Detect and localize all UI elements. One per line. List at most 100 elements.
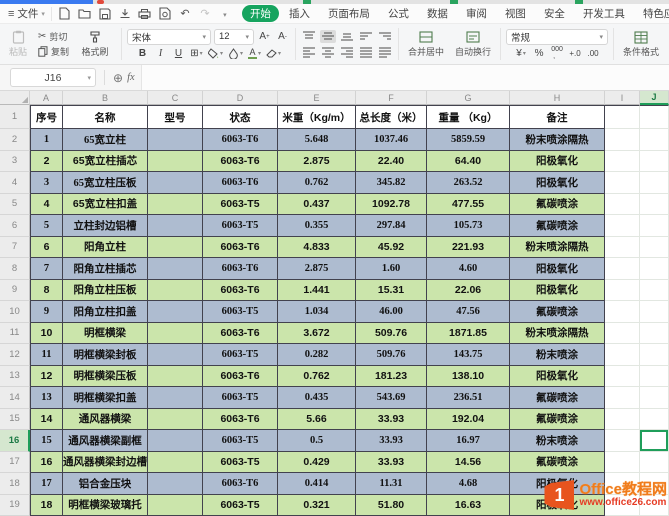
cell-F19[interactable]: 51.80 [356,494,427,516]
row-header-8[interactable]: 8 [0,258,30,280]
header-cell-D1[interactable]: 状态 [203,105,278,129]
cell-F17[interactable]: 33.93 [356,451,427,473]
row-header-12[interactable]: 12 [0,344,30,366]
font-name-select[interactable]: 宋体 ▾ [127,28,212,45]
cell-B15[interactable]: 通风器横梁 [63,408,148,430]
cell-D13[interactable]: 6063-T6 [203,365,278,387]
cell-A14[interactable]: 13 [30,387,63,409]
column-header-B[interactable]: B [63,91,148,105]
cell-C16[interactable] [148,430,203,452]
cell-B18[interactable]: 铝合金压块 [63,473,148,495]
cell-H7[interactable]: 粉末喷涂隔热 [510,236,605,258]
cell-F15[interactable]: 33.93 [356,408,427,430]
cell-J6[interactable] [640,215,669,237]
cell-H4[interactable]: 阳极氧化 [510,172,605,194]
cell-B2[interactable]: 65宽立柱 [63,129,148,151]
cell-D2[interactable]: 6063-T6 [203,129,278,151]
cell-H16[interactable]: 粉末喷涂 [510,430,605,452]
tab-数据[interactable]: 数据 [419,5,456,22]
increase-font-button[interactable]: A + [257,30,272,43]
cell-J8[interactable] [640,258,669,280]
cell-F8[interactable]: 1.60 [356,258,427,280]
cell-A17[interactable]: 16 [30,451,63,473]
align-left-button[interactable] [301,45,317,58]
cell-C12[interactable] [148,344,203,366]
column-header-G[interactable]: G [427,91,510,105]
cell-J12[interactable] [640,344,669,366]
cell-I1[interactable] [605,105,640,129]
cell-D16[interactable]: 6063-T5 [203,430,278,452]
row-header-10[interactable]: 10 [0,301,30,323]
cell-H8[interactable]: 阳极氧化 [510,258,605,280]
currency-format-button[interactable]: ¥ ▾ [514,47,529,60]
tab-公式[interactable]: 公式 [380,5,417,22]
underline-button[interactable]: U [171,47,186,60]
cell-B8[interactable]: 阳角立柱插芯 [63,258,148,280]
cell-A7[interactable]: 6 [30,236,63,258]
print-preview-button[interactable] [158,7,172,21]
row-header-2[interactable]: 2 [0,129,30,151]
more-button[interactable]: ▾ [218,7,232,21]
cell-A15[interactable]: 14 [30,408,63,430]
cell-F16[interactable]: 33.93 [356,430,427,452]
clear-format-button[interactable]: ▾ [265,47,282,60]
cell-G12[interactable]: 143.75 [427,344,510,366]
cell-D9[interactable]: 6063-T6 [203,279,278,301]
row-header-6[interactable]: 6 [0,215,30,237]
cell-H3[interactable]: 阳极氧化 [510,150,605,172]
cell-C19[interactable] [148,494,203,516]
cell-I2[interactable] [605,129,640,151]
cell-A13[interactable]: 12 [30,365,63,387]
cell-E18[interactable]: 0.414 [278,473,356,495]
cut-button[interactable]: ✂ 剪切 [36,30,71,43]
header-cell-A1[interactable]: 序号 [30,105,63,129]
cell-G2[interactable]: 5859.59 [427,129,510,151]
row-header-14[interactable]: 14 [0,387,30,409]
column-header-J[interactable]: J [640,91,669,105]
cell-A19[interactable]: 18 [30,494,63,516]
cell-B13[interactable]: 明框横梁压板 [63,365,148,387]
cell-G16[interactable]: 16.97 [427,430,510,452]
font-size-select[interactable]: 12 ▾ [214,28,255,45]
cell-I17[interactable] [605,451,640,473]
select-all-corner[interactable]: ◢ [0,91,30,105]
cell-E9[interactable]: 1.441 [278,279,356,301]
cell-J5[interactable] [640,193,669,215]
cell-F11[interactable]: 509.76 [356,322,427,344]
decrease-indent-button[interactable] [358,30,374,43]
paste-button[interactable]: 粘贴 [3,30,33,58]
cell-F4[interactable]: 345.82 [356,172,427,194]
cell-F5[interactable]: 1092.78 [356,193,427,215]
cell-J3[interactable] [640,150,669,172]
cell-G8[interactable]: 4.60 [427,258,510,280]
tab-开发工具[interactable]: 开发工具 [575,5,633,22]
borders-button[interactable]: ⊞ ▾ [189,47,204,60]
cell-B17[interactable]: 通风器横梁封边槽 [63,451,148,473]
selected-cell-J16[interactable] [640,430,669,452]
header-cell-E1[interactable]: 米重（Kg/m） [278,105,356,129]
cell-G15[interactable]: 192.04 [427,408,510,430]
font-color-button[interactable]: A ▾ [247,47,262,60]
cell-C13[interactable] [148,365,203,387]
cell-B12[interactable]: 明框横梁封板 [63,344,148,366]
cell-C10[interactable] [148,301,203,323]
column-header-I[interactable]: I [605,91,640,105]
formula-input[interactable] [140,65,669,90]
cell-A5[interactable]: 4 [30,193,63,215]
cell-E19[interactable]: 0.321 [278,494,356,516]
increase-decimal-button[interactable]: +.0 [568,47,583,60]
cell-I11[interactable] [605,322,640,344]
zoom-search-icon[interactable]: ⊕ [113,71,123,85]
cell-B6[interactable]: 立柱封边铝槽 [63,215,148,237]
cell-G5[interactable]: 477.55 [427,193,510,215]
column-header-F[interactable]: F [356,91,427,105]
row-header-11[interactable]: 11 [0,322,30,344]
format-painter-button[interactable]: 格式刷 [74,28,116,60]
cell-D18[interactable]: 6063-T6 [203,473,278,495]
cell-E4[interactable]: 0.762 [278,172,356,194]
row-header-19[interactable]: 19 [0,494,30,516]
cell-D10[interactable]: 6063-T5 [203,301,278,323]
tab-视图[interactable]: 视图 [497,5,534,22]
cell-F10[interactable]: 46.00 [356,301,427,323]
cell-C11[interactable] [148,322,203,344]
